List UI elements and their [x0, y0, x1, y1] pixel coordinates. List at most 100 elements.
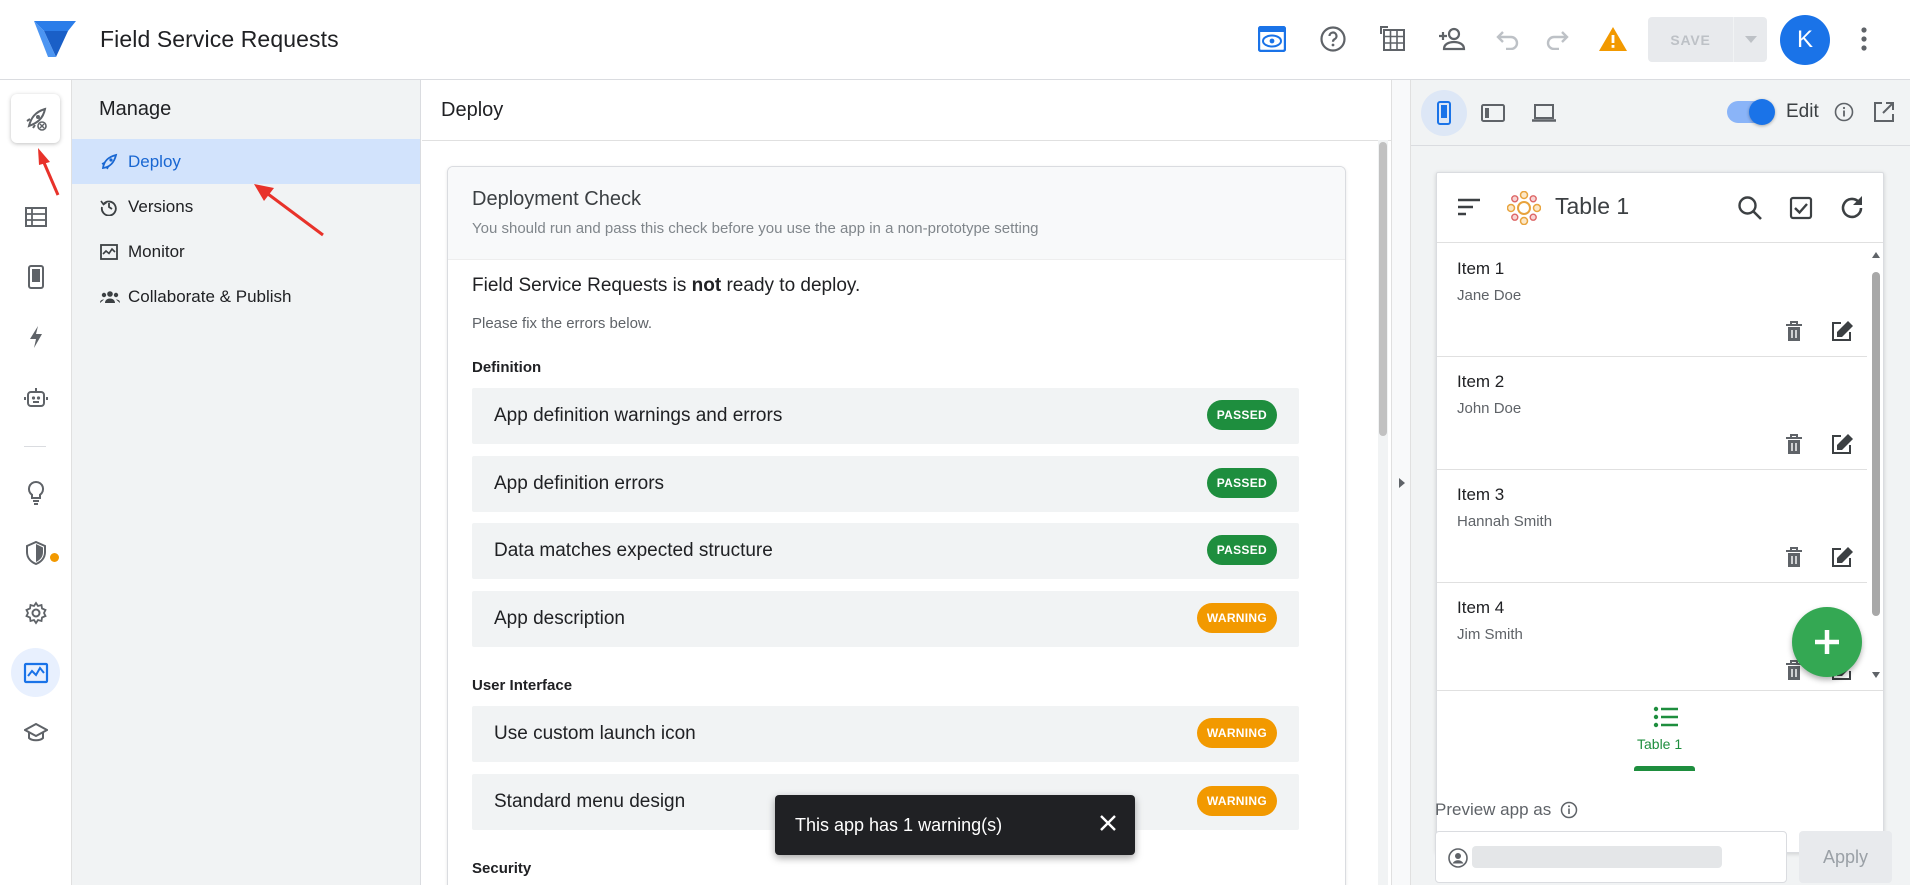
save-options-dropdown[interactable]: [1733, 17, 1767, 62]
fix-errors-text: Please fix the errors below.: [472, 315, 653, 332]
rail-manage[interactable]: [11, 94, 60, 143]
plus-icon: [1815, 630, 1839, 654]
nav-item-versions[interactable]: Versions: [72, 184, 420, 229]
list-item-title: Item 2: [1457, 372, 1505, 391]
panel-splitter[interactable]: [1391, 80, 1411, 885]
open-in-new-icon[interactable]: [1873, 101, 1895, 123]
check-label: Standard menu design: [494, 791, 686, 812]
select-checkbox-icon[interactable]: [1789, 196, 1813, 220]
rocket-icon: [100, 153, 120, 171]
rail-actions[interactable]: [11, 312, 60, 361]
list-icon[interactable]: [1653, 706, 1679, 728]
save-button[interactable]: SAVE: [1648, 32, 1733, 48]
gear-icon: [24, 600, 47, 625]
refresh-icon[interactable]: [1838, 194, 1866, 222]
edit-icon[interactable]: [1830, 546, 1854, 568]
device-tablet-button[interactable]: [1470, 90, 1516, 136]
rail-settings[interactable]: [11, 588, 60, 637]
delete-icon[interactable]: [1784, 433, 1804, 455]
info-icon: [1560, 801, 1578, 819]
device-phone-button[interactable]: [1421, 90, 1467, 136]
redo-icon[interactable]: [1540, 22, 1574, 56]
list-item-subtitle: Hannah Smith: [1457, 513, 1553, 530]
monitor-icon: [23, 662, 48, 683]
app-title: Field Service Requests: [100, 26, 339, 52]
status-badge: WARNING: [1196, 786, 1277, 816]
school-icon: [23, 722, 48, 741]
page-title: Deploy: [441, 99, 504, 121]
add-person-icon[interactable]: [1435, 22, 1469, 56]
edit-icon[interactable]: [1830, 320, 1854, 342]
rail-learn[interactable]: [11, 708, 60, 757]
edit-label: Edit: [1786, 101, 1819, 122]
deploy-status: Field Service Requests is not ready to d…: [472, 275, 861, 296]
warning-snackbar: This app has 1 warning(s): [775, 795, 1135, 855]
data-table-icon: [24, 206, 47, 227]
check-row[interactable]: App definition warnings and errors PASSE…: [472, 388, 1299, 444]
rocket-icon: [25, 107, 47, 131]
phone-bottom-nav: Table 1: [1437, 690, 1883, 773]
list-item[interactable]: Item 2 John Doe: [1437, 357, 1867, 470]
lightning-icon: [29, 325, 42, 348]
mobile-icon: [27, 264, 44, 289]
list-item-title: Item 1: [1457, 259, 1505, 278]
nav-item-deploy[interactable]: Deploy: [72, 139, 420, 184]
rail-security[interactable]: [11, 528, 60, 577]
nav-item-monitor[interactable]: Monitor: [72, 229, 420, 274]
delete-icon[interactable]: [1784, 546, 1804, 568]
help-icon[interactable]: [1316, 22, 1350, 56]
scrollbar-thumb[interactable]: [1379, 142, 1387, 436]
rail-automation[interactable]: [11, 372, 60, 421]
save-button-group[interactable]: SAVE: [1648, 17, 1767, 62]
delete-icon[interactable]: [1784, 320, 1804, 342]
close-icon[interactable]: [1097, 812, 1119, 834]
device-desktop-button[interactable]: [1521, 90, 1567, 136]
scrollbar-thumb[interactable]: [1872, 272, 1880, 616]
phone-scrollbar[interactable]: [1869, 245, 1883, 685]
preview-as-row: Preview app as: [1435, 800, 1578, 820]
info-icon[interactable]: [1834, 102, 1854, 122]
edit-icon[interactable]: [1830, 433, 1854, 455]
check-row[interactable]: App description WARNING: [472, 591, 1299, 647]
app-preview-phone: Table 1 Item 1 Jane Doe Item 2 John Doe …: [1436, 172, 1884, 853]
main-header: Deploy: [422, 80, 1391, 141]
undo-icon[interactable]: [1491, 22, 1525, 56]
manage-panel: Manage Deploy Versions Monitor Collabora…: [72, 80, 421, 885]
list-item-subtitle: Jane Doe: [1457, 287, 1522, 304]
rail-monitor[interactable]: [11, 648, 60, 697]
rail-views[interactable]: [11, 252, 60, 301]
nav-item-label: Versions: [128, 196, 194, 216]
check-row[interactable]: Data matches expected structure PASSED: [472, 523, 1299, 579]
phone-view-title: Table 1: [1555, 193, 1630, 219]
table-view-icon[interactable]: [1376, 22, 1410, 56]
preview-eye-icon[interactable]: [1255, 22, 1289, 56]
status-badge: WARNING: [1196, 603, 1277, 633]
list-item-title: Item 3: [1457, 485, 1505, 504]
nav-item-collaborate-publish[interactable]: Collaborate & Publish: [72, 274, 420, 319]
toggle-knob: [1749, 99, 1775, 125]
warning-icon[interactable]: [1596, 22, 1630, 56]
main-scrollbar[interactable]: [1378, 140, 1388, 885]
sort-menu-icon[interactable]: [1457, 197, 1481, 217]
appsheet-logo: [34, 21, 76, 57]
list-item-subtitle: John Doe: [1457, 400, 1522, 417]
status-badge: WARNING: [1196, 718, 1277, 748]
scroll-up-icon: [1872, 252, 1880, 258]
edit-toggle[interactable]: [1727, 99, 1775, 125]
rail-data[interactable]: [11, 192, 60, 241]
add-item-fab[interactable]: [1792, 607, 1862, 677]
check-row[interactable]: App definition errors PASSED: [472, 456, 1299, 512]
apply-button[interactable]: Apply: [1799, 831, 1892, 883]
avatar[interactable]: K: [1780, 15, 1830, 65]
list-item[interactable]: Item 1 Jane Doe: [1437, 244, 1867, 357]
search-icon[interactable]: [1737, 195, 1763, 221]
list-item[interactable]: Item 3 Hannah Smith: [1437, 470, 1867, 583]
more-vert-icon[interactable]: [1852, 22, 1876, 56]
rail-intelligence[interactable]: [11, 468, 60, 517]
top-bar: Field Service Requests SAVE K: [0, 0, 1910, 80]
preview-as-email-input[interactable]: [1435, 831, 1787, 883]
bottom-nav-label[interactable]: Table 1: [1637, 736, 1682, 752]
rail-divider: [24, 446, 46, 447]
status-badge: PASSED: [1206, 468, 1277, 498]
check-row[interactable]: Use custom launch icon WARNING: [472, 706, 1299, 762]
